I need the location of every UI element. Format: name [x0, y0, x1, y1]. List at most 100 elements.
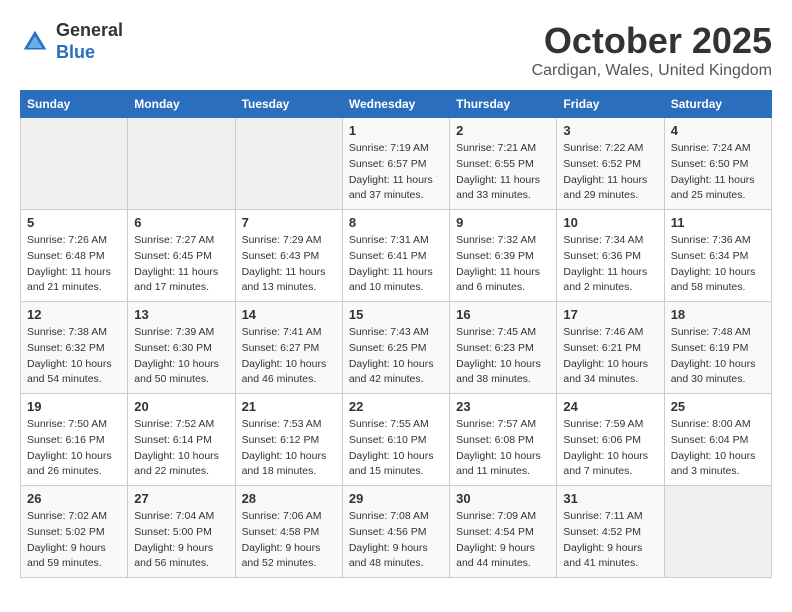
- day-info: Sunrise: 7:21 AM Sunset: 6:55 PM Dayligh…: [456, 141, 550, 204]
- calendar-cell: [21, 118, 128, 210]
- calendar-week-5: 26 Sunrise: 7:02 AM Sunset: 5:02 PM Dayli…: [21, 486, 772, 578]
- day-number: 4: [671, 123, 765, 138]
- day-info: Sunrise: 7:52 AM Sunset: 6:14 PM Dayligh…: [134, 417, 228, 480]
- calendar-cell: [664, 486, 771, 578]
- day-info: Sunrise: 7:36 AM Sunset: 6:34 PM Dayligh…: [671, 233, 765, 296]
- calendar-week-4: 19 Sunrise: 7:50 AM Sunset: 6:16 PM Dayli…: [21, 394, 772, 486]
- day-info: Sunrise: 7:34 AM Sunset: 6:36 PM Dayligh…: [563, 233, 657, 296]
- title-block: October 2025 Cardigan, Wales, United Kin…: [532, 20, 772, 80]
- weekday-header-tuesday: Tuesday: [235, 91, 342, 118]
- day-number: 21: [242, 399, 336, 414]
- day-number: 18: [671, 307, 765, 322]
- calendar-table: SundayMondayTuesdayWednesdayThursdayFrid…: [20, 90, 772, 578]
- calendar-cell: 16 Sunrise: 7:45 AM Sunset: 6:23 PM Dayli…: [450, 302, 557, 394]
- logo: General Blue: [20, 20, 123, 63]
- calendar-cell: 12 Sunrise: 7:38 AM Sunset: 6:32 PM Dayli…: [21, 302, 128, 394]
- calendar-cell: [235, 118, 342, 210]
- calendar-cell: 23 Sunrise: 7:57 AM Sunset: 6:08 PM Dayli…: [450, 394, 557, 486]
- day-number: 12: [27, 307, 121, 322]
- day-info: Sunrise: 7:48 AM Sunset: 6:19 PM Dayligh…: [671, 325, 765, 388]
- calendar-cell: 9Sunrise: 7:32 AM Sunset: 6:39 PM Daylig…: [450, 210, 557, 302]
- day-number: 16: [456, 307, 550, 322]
- day-info: Sunrise: 7:43 AM Sunset: 6:25 PM Dayligh…: [349, 325, 443, 388]
- calendar-cell: 30 Sunrise: 7:09 AM Sunset: 4:54 PM Dayli…: [450, 486, 557, 578]
- weekday-header-wednesday: Wednesday: [342, 91, 449, 118]
- day-info: Sunrise: 7:19 AM Sunset: 6:57 PM Dayligh…: [349, 141, 443, 204]
- day-info: Sunrise: 7:22 AM Sunset: 6:52 PM Dayligh…: [563, 141, 657, 204]
- day-number: 19: [27, 399, 121, 414]
- calendar-cell: 8Sunrise: 7:31 AM Sunset: 6:41 PM Daylig…: [342, 210, 449, 302]
- calendar-cell: 3Sunrise: 7:22 AM Sunset: 6:52 PM Daylig…: [557, 118, 664, 210]
- day-info: Sunrise: 7:55 AM Sunset: 6:10 PM Dayligh…: [349, 417, 443, 480]
- page-header: General Blue October 2025 Cardigan, Wale…: [20, 20, 772, 80]
- day-info: Sunrise: 7:59 AM Sunset: 6:06 PM Dayligh…: [563, 417, 657, 480]
- weekday-header-saturday: Saturday: [664, 91, 771, 118]
- calendar-cell: 26 Sunrise: 7:02 AM Sunset: 5:02 PM Dayli…: [21, 486, 128, 578]
- day-info: Sunrise: 7:53 AM Sunset: 6:12 PM Dayligh…: [242, 417, 336, 480]
- day-number: 26: [27, 491, 121, 506]
- calendar-cell: 11 Sunrise: 7:36 AM Sunset: 6:34 PM Dayli…: [664, 210, 771, 302]
- day-number: 25: [671, 399, 765, 414]
- day-info: Sunrise: 7:41 AM Sunset: 6:27 PM Dayligh…: [242, 325, 336, 388]
- day-info: Sunrise: 7:11 AM Sunset: 4:52 PM Dayligh…: [563, 509, 657, 572]
- location-text: Cardigan, Wales, United Kingdom: [532, 62, 772, 80]
- day-info: Sunrise: 7:50 AM Sunset: 6:16 PM Dayligh…: [27, 417, 121, 480]
- day-info: Sunrise: 7:27 AM Sunset: 6:45 PM Dayligh…: [134, 233, 228, 296]
- day-number: 10: [563, 215, 657, 230]
- calendar-cell: 7 Sunrise: 7:29 AM Sunset: 6:43 PM Daylig…: [235, 210, 342, 302]
- weekday-header-thursday: Thursday: [450, 91, 557, 118]
- day-number: 13: [134, 307, 228, 322]
- logo-text: General Blue: [56, 20, 123, 63]
- day-info: Sunrise: 7:32 AM Sunset: 6:39 PM Dayligh…: [456, 233, 550, 296]
- day-number: 5: [27, 215, 121, 230]
- calendar-week-3: 12 Sunrise: 7:38 AM Sunset: 6:32 PM Dayli…: [21, 302, 772, 394]
- day-number: 11: [671, 215, 765, 230]
- calendar-week-1: 1 Sunrise: 7:19 AM Sunset: 6:57 PM Daylig…: [21, 118, 772, 210]
- day-info: Sunrise: 7:46 AM Sunset: 6:21 PM Dayligh…: [563, 325, 657, 388]
- day-info: Sunrise: 7:02 AM Sunset: 5:02 PM Dayligh…: [27, 509, 121, 572]
- day-info: Sunrise: 7:38 AM Sunset: 6:32 PM Dayligh…: [27, 325, 121, 388]
- day-number: 29: [349, 491, 443, 506]
- day-number: 14: [242, 307, 336, 322]
- day-number: 7: [242, 215, 336, 230]
- day-number: 31: [563, 491, 657, 506]
- day-number: 6: [134, 215, 228, 230]
- calendar-cell: 24 Sunrise: 7:59 AM Sunset: 6:06 PM Dayli…: [557, 394, 664, 486]
- day-info: Sunrise: 7:09 AM Sunset: 4:54 PM Dayligh…: [456, 509, 550, 572]
- logo-general-text: General: [56, 20, 123, 42]
- calendar-cell: 19 Sunrise: 7:50 AM Sunset: 6:16 PM Dayli…: [21, 394, 128, 486]
- day-info: Sunrise: 7:57 AM Sunset: 6:08 PM Dayligh…: [456, 417, 550, 480]
- calendar-cell: 27Sunrise: 7:04 AM Sunset: 5:00 PM Dayli…: [128, 486, 235, 578]
- day-number: 15: [349, 307, 443, 322]
- calendar-cell: 5 Sunrise: 7:26 AM Sunset: 6:48 PM Daylig…: [21, 210, 128, 302]
- calendar-cell: 17Sunrise: 7:46 AM Sunset: 6:21 PM Dayli…: [557, 302, 664, 394]
- day-info: Sunrise: 8:00 AM Sunset: 6:04 PM Dayligh…: [671, 417, 765, 480]
- weekday-header-row: SundayMondayTuesdayWednesdayThursdayFrid…: [21, 91, 772, 118]
- day-number: 28: [242, 491, 336, 506]
- calendar-cell: 15 Sunrise: 7:43 AM Sunset: 6:25 PM Dayli…: [342, 302, 449, 394]
- day-number: 1: [349, 123, 443, 138]
- calendar-cell: 29 Sunrise: 7:08 AM Sunset: 4:56 PM Dayli…: [342, 486, 449, 578]
- day-number: 23: [456, 399, 550, 414]
- day-number: 30: [456, 491, 550, 506]
- calendar-week-2: 5 Sunrise: 7:26 AM Sunset: 6:48 PM Daylig…: [21, 210, 772, 302]
- day-info: Sunrise: 7:45 AM Sunset: 6:23 PM Dayligh…: [456, 325, 550, 388]
- calendar-cell: 18 Sunrise: 7:48 AM Sunset: 6:19 PM Dayli…: [664, 302, 771, 394]
- day-info: Sunrise: 7:26 AM Sunset: 6:48 PM Dayligh…: [27, 233, 121, 296]
- calendar-cell: 22Sunrise: 7:55 AM Sunset: 6:10 PM Dayli…: [342, 394, 449, 486]
- weekday-header-monday: Monday: [128, 91, 235, 118]
- logo-icon: [20, 27, 50, 57]
- day-number: 24: [563, 399, 657, 414]
- day-info: Sunrise: 7:31 AM Sunset: 6:41 PM Dayligh…: [349, 233, 443, 296]
- calendar-cell: 14 Sunrise: 7:41 AM Sunset: 6:27 PM Dayli…: [235, 302, 342, 394]
- day-info: Sunrise: 7:04 AM Sunset: 5:00 PM Dayligh…: [134, 509, 228, 572]
- day-info: Sunrise: 7:08 AM Sunset: 4:56 PM Dayligh…: [349, 509, 443, 572]
- calendar-cell: 10 Sunrise: 7:34 AM Sunset: 6:36 PM Dayli…: [557, 210, 664, 302]
- calendar-cell: 25 Sunrise: 8:00 AM Sunset: 6:04 PM Dayli…: [664, 394, 771, 486]
- calendar-cell: 13Sunrise: 7:39 AM Sunset: 6:30 PM Dayli…: [128, 302, 235, 394]
- month-title: October 2025: [532, 20, 772, 62]
- day-number: 2: [456, 123, 550, 138]
- day-info: Sunrise: 7:29 AM Sunset: 6:43 PM Dayligh…: [242, 233, 336, 296]
- weekday-header-sunday: Sunday: [21, 91, 128, 118]
- calendar-cell: 6 Sunrise: 7:27 AM Sunset: 6:45 PM Daylig…: [128, 210, 235, 302]
